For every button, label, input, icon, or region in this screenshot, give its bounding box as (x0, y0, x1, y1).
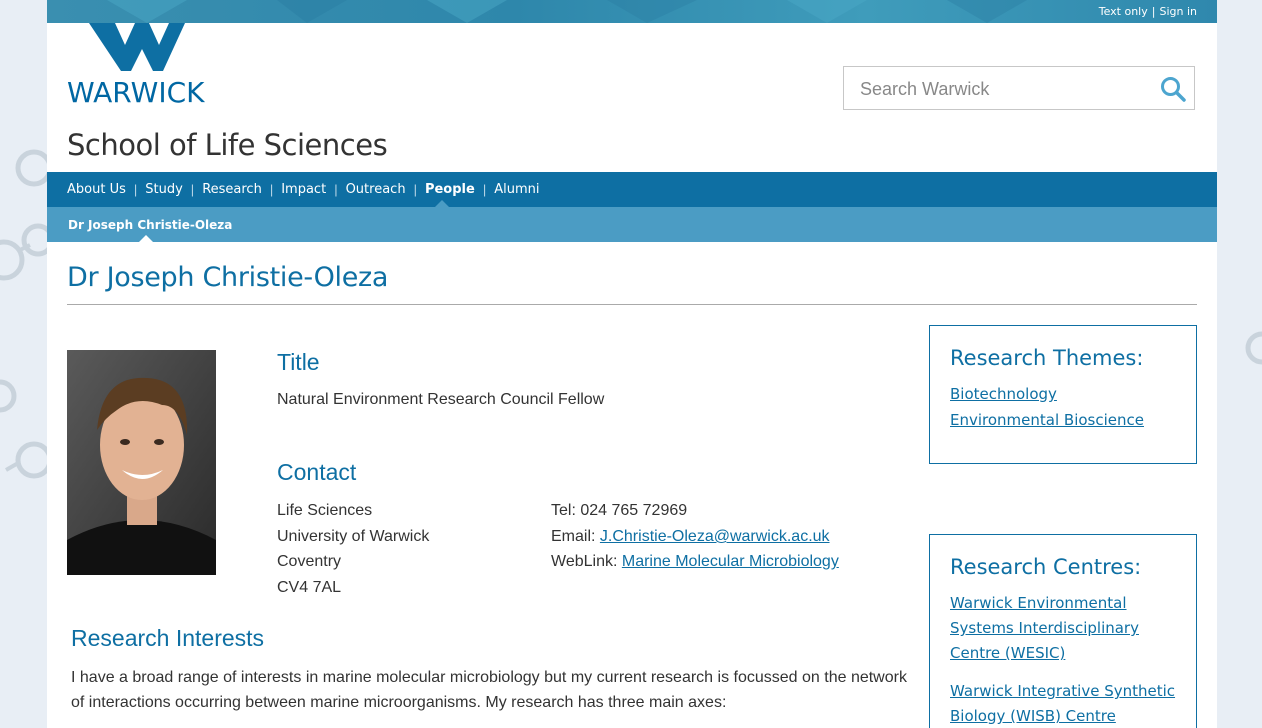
weblink-link[interactable]: Marine Molecular Microbiology (622, 553, 839, 570)
nav-separator: | (482, 182, 487, 197)
subnav-item-current[interactable]: Dr Joseph Christie-Oleza (68, 218, 232, 232)
nav-item-about-us[interactable]: About Us (67, 182, 126, 197)
address-line-1: Life Sciences (277, 502, 373, 519)
title-divider (67, 304, 1197, 305)
tel-label: Tel: (551, 502, 576, 519)
nav-item-research[interactable]: Research (202, 182, 262, 197)
nav-separator: | (190, 182, 195, 197)
research-centres-box: Research Centres: Warwick Environmental … (929, 534, 1197, 728)
page-container: Text only|Sign in WARWICK School of Life… (47, 0, 1217, 728)
research-centres-heading: Research Centres: (950, 555, 1142, 579)
email-line: Email: J.Christie-Oleza@warwick.ac.uk (551, 528, 830, 546)
search-box (843, 66, 1195, 111)
nav-item-alumni[interactable]: Alumni (494, 182, 539, 197)
nav-item-study[interactable]: Study (145, 182, 183, 197)
nav-separator: | (334, 182, 338, 197)
utility-separator: | (1151, 5, 1156, 18)
page-title: Dr Joseph Christie-Oleza (67, 262, 389, 293)
tel-line: Tel: 024 765 72969 (551, 502, 687, 520)
nav-item-impact[interactable]: Impact (281, 182, 326, 197)
utility-bar-pattern (107, 0, 1027, 23)
nav-separator: | (269, 182, 274, 197)
address-line-4: CV4 7AL (277, 579, 342, 596)
theme-link-biotechnology[interactable]: Biotechnology (950, 382, 1186, 407)
sign-in-link[interactable]: Sign in (1159, 5, 1197, 18)
utility-bar: Text only | Sign in (47, 0, 1217, 23)
research-interests-text: I have a broad range of interests in mar… (71, 669, 907, 711)
theme-link-environmental-bioscience[interactable]: Environmental Bioscience (950, 408, 1186, 433)
nav-item-people[interactable]: People (425, 182, 475, 197)
tel-value: 024 765 72969 (580, 502, 688, 519)
nav-active-caret (435, 200, 449, 207)
text-only-link[interactable]: Text only (1099, 5, 1148, 18)
weblink-label: WebLink: (551, 553, 618, 570)
research-themes-heading: Research Themes: (950, 346, 1144, 370)
profile-photo (67, 350, 216, 575)
research-interests-heading: Research Interests (71, 625, 265, 651)
site-title[interactable]: School of Life Sciences (67, 128, 388, 162)
contact-heading: Contact (277, 459, 357, 485)
search-input[interactable] (844, 67, 1162, 111)
address-line-3: Coventry (277, 553, 342, 570)
subnav-active-caret (139, 235, 153, 242)
logo-text: WARWICK (67, 76, 205, 109)
centre-link-wisb[interactable]: Warwick Integrative Synthetic Biology (W… (950, 679, 1186, 728)
centre-link-wesic[interactable]: Warwick Environmental Systems Interdisci… (950, 591, 1186, 666)
utility-links: Text only | Sign in (1099, 5, 1197, 18)
email-label: Email: (551, 528, 596, 545)
address-line-2: University of Warwick (277, 528, 430, 545)
nav-item-outreach[interactable]: Outreach (346, 182, 406, 197)
title-heading: Title (277, 349, 320, 375)
weblink-line: WebLink: Marine Molecular Microbiology (551, 553, 839, 571)
search-icon[interactable] (1160, 76, 1186, 102)
main-nav: About Us | Study | Research | Impact | O… (47, 172, 1217, 207)
nav-separator: | (133, 182, 138, 197)
sub-nav: Dr Joseph Christie-Oleza (47, 207, 1217, 242)
email-link[interactable]: J.Christie-Oleza@warwick.ac.uk (600, 528, 830, 545)
title-value: Natural Environment Research Council Fel… (277, 391, 605, 408)
research-themes-box: Research Themes: Biotechnology Environme… (929, 325, 1197, 464)
nav-separator: | (413, 182, 417, 197)
